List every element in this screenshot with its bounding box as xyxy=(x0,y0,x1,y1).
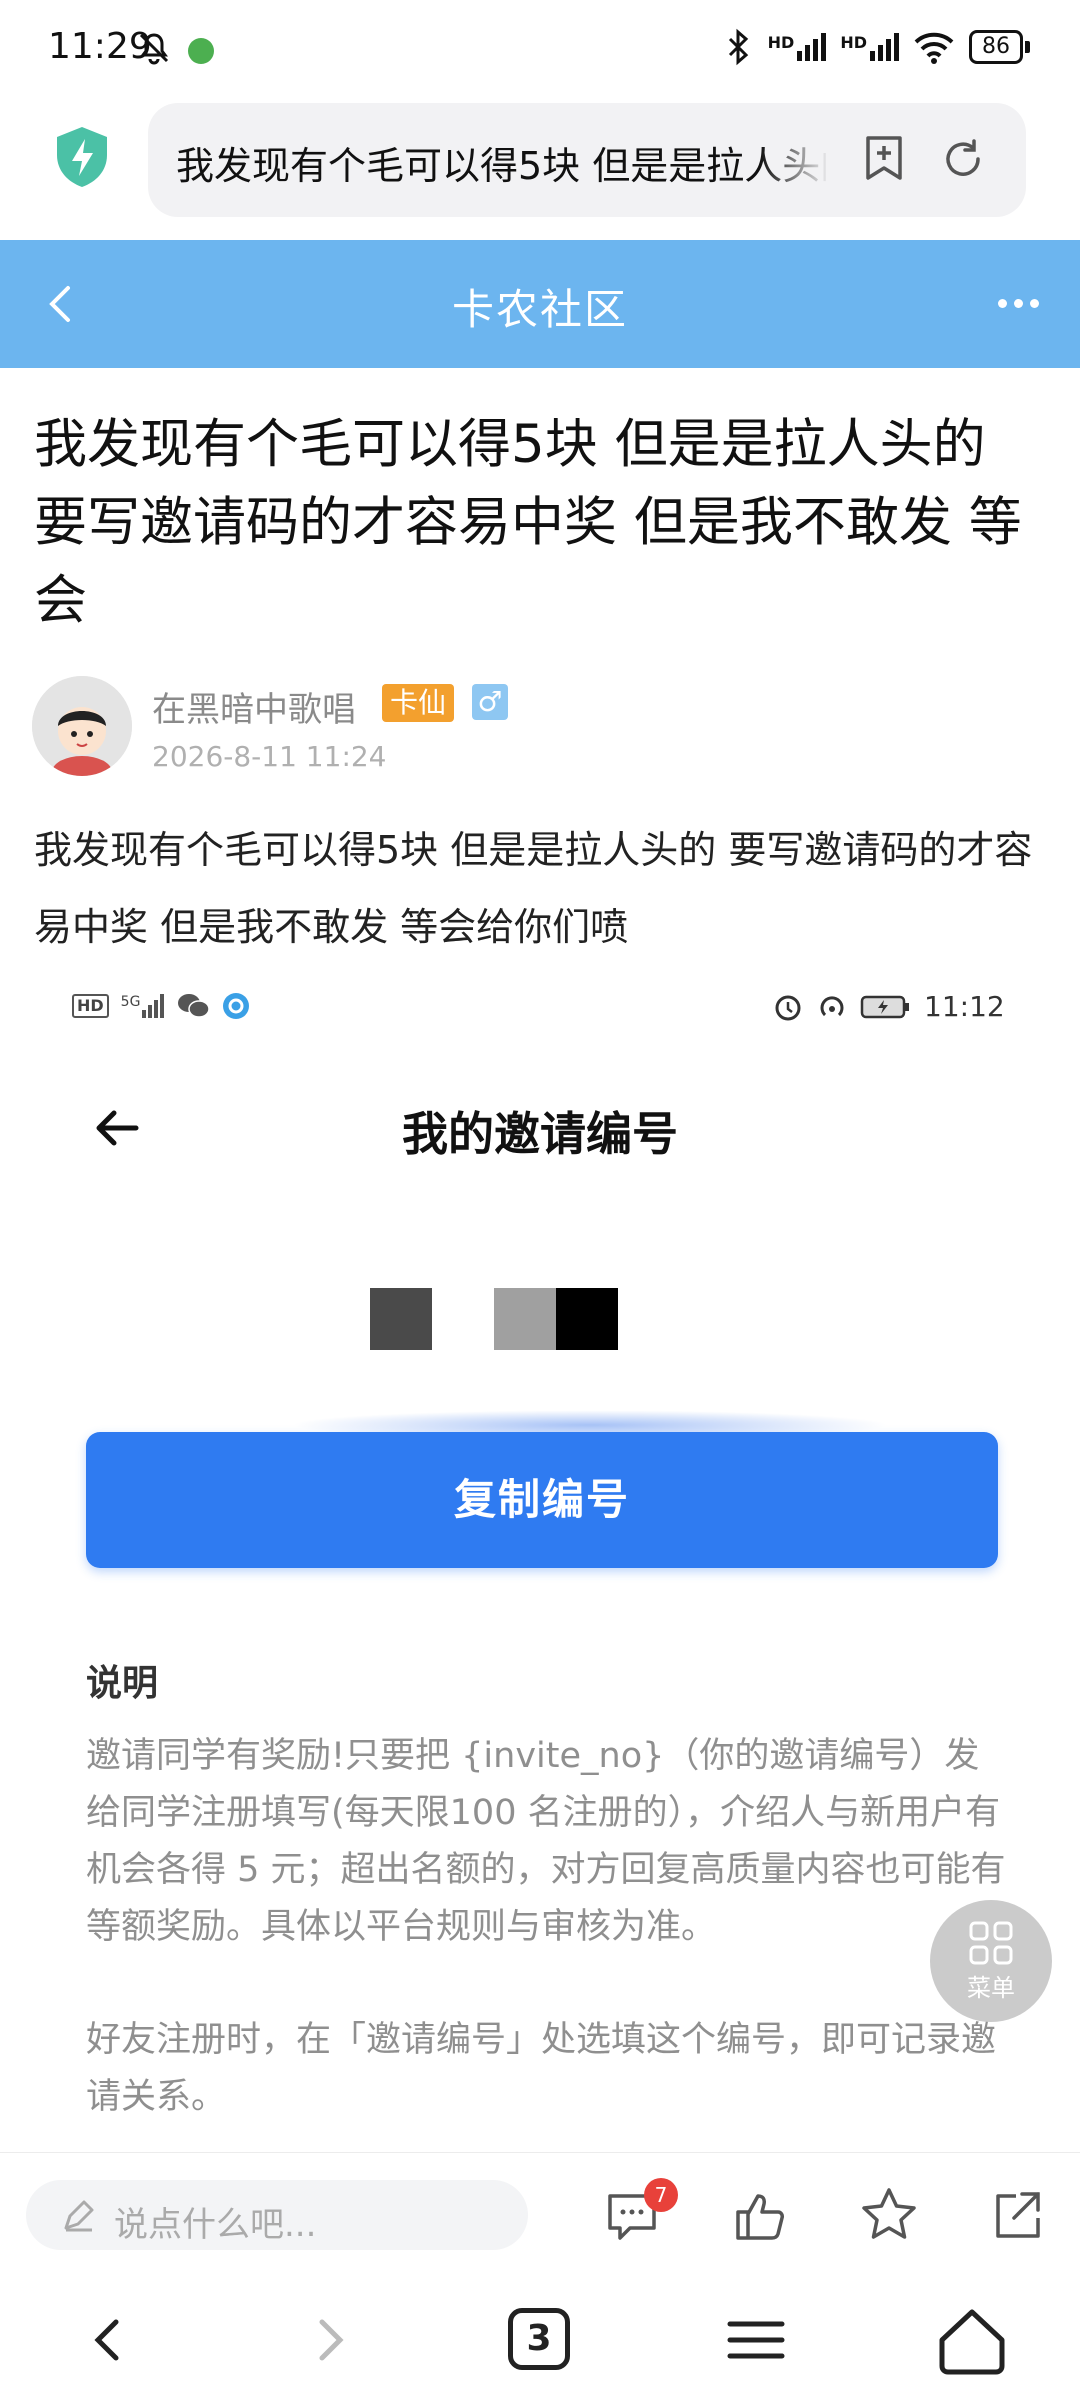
comment-placeholder[interactable]: 说点什么吧... xyxy=(114,2197,316,2246)
share-icon[interactable] xyxy=(990,2188,1046,2244)
gender-icon: ♂ xyxy=(472,684,508,720)
signal-icon-2: HD xyxy=(840,33,899,61)
bookmark-add-icon[interactable] xyxy=(862,134,906,182)
like-icon[interactable] xyxy=(732,2188,788,2244)
nav-back-icon[interactable] xyxy=(70,2300,150,2380)
embedded-page-title: 我的邀请编号 xyxy=(402,1107,678,1161)
post-title: 我发现有个毛可以得5块 但是是拉人头的 要写邀请码的才容易中奖 但是我不敢发 等… xyxy=(34,414,1022,631)
description-paragraph-1: 邀请同学有奖励!只要把 {invite_no}（你的邀请编号）发给同学注册填写(… xyxy=(86,1736,1006,1947)
alarm-icon xyxy=(775,995,801,1020)
avatar[interactable] xyxy=(32,676,132,776)
invite-code-block-4 xyxy=(556,1288,618,1350)
wifi-icon xyxy=(914,32,954,64)
invite-code-block-1 xyxy=(370,1288,432,1350)
author-name[interactable]: 在黑暗中歌唱 xyxy=(152,682,356,731)
shield-icon[interactable] xyxy=(52,125,112,189)
user-badge: 卡仙 xyxy=(382,684,455,722)
address-fade xyxy=(760,120,830,200)
address-bar-text[interactable]: 我发现有个毛可以得5块 但是是拉人头的 要写邀请码的才容易中奖 但是我不敢发 等… xyxy=(176,135,826,190)
mute-bell-icon xyxy=(136,30,172,66)
embedded-status-right: 11:12 xyxy=(772,990,1005,1023)
battery-level: 86 xyxy=(969,30,1023,64)
description-paragraph-2: 好友注册时，在「邀请编号」处选填这个编号，即可记录邀请关系。 xyxy=(86,2020,997,2117)
copy-code-button[interactable]: 复制编号 xyxy=(86,1432,998,1568)
post-date: 2026-8-11 11:24 xyxy=(152,740,387,773)
more-icon[interactable] xyxy=(998,283,1048,323)
invite-code-block-2 xyxy=(432,1288,494,1350)
description-heading: 说明 xyxy=(86,1663,159,1704)
pencil-icon xyxy=(60,2198,96,2234)
menu-hamburger-icon[interactable] xyxy=(716,2300,796,2380)
signal-hd-label: HD xyxy=(767,33,795,52)
menu-label: 菜单 xyxy=(967,1974,1015,2002)
battery-charging-icon xyxy=(860,995,909,1018)
comment-count-badge: 7 xyxy=(644,2178,678,2212)
bluetooth-icon xyxy=(728,28,748,66)
post-body: 我发现有个毛可以得5块 但是是拉人头的 要写邀请码的才容易中奖 但是我不敢发 等… xyxy=(34,828,1033,949)
menu-grid-icon xyxy=(968,1920,1014,1966)
battery-icon: 86 xyxy=(969,30,1030,64)
signal-icon-1: HD xyxy=(768,33,827,61)
page-title: 卡农社区 xyxy=(451,285,628,334)
signal-hd-label: HD xyxy=(840,33,867,52)
app-badge-icon xyxy=(223,993,250,1019)
nav-forward-icon[interactable] xyxy=(288,2300,368,2380)
star-icon[interactable] xyxy=(860,2186,918,2244)
app-notification-icon xyxy=(188,38,214,64)
embedded-status-time: 11:12 xyxy=(924,990,1005,1023)
embedded-5g-label: 5G xyxy=(120,994,141,1010)
wechat-icon xyxy=(178,994,211,1018)
home-icon[interactable] xyxy=(932,2300,1012,2380)
status-icons: HD HD 86 xyxy=(724,28,1030,66)
reload-icon[interactable] xyxy=(940,136,986,182)
invite-code-block-3 xyxy=(494,1288,556,1350)
embedded-hd-label: HD xyxy=(72,994,109,1018)
hotspot-icon xyxy=(820,995,844,1016)
tabs-button[interactable]: 3 xyxy=(508,2308,570,2370)
embedded-signal-icon: 5G xyxy=(121,994,165,1018)
embedded-status-left: HD 5G xyxy=(72,992,250,1020)
